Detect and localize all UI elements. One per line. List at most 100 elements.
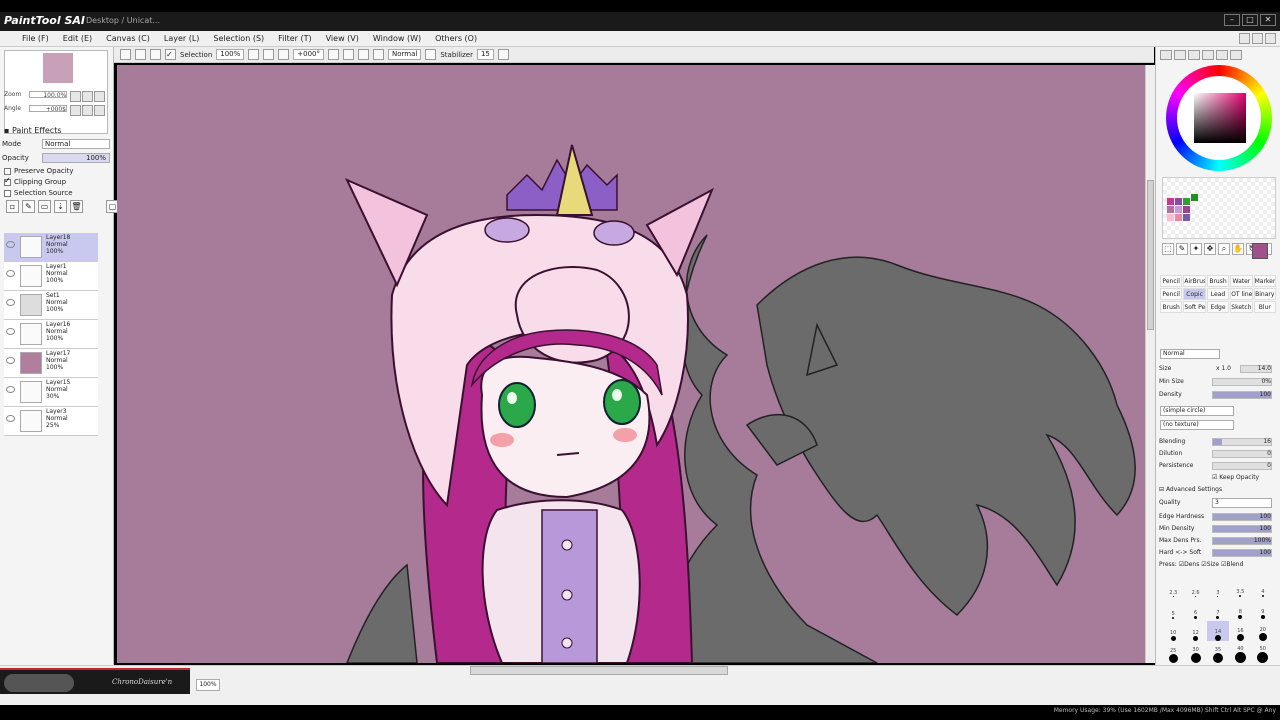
saturation-value-square[interactable] — [1194, 93, 1246, 143]
nav-zoom-fit-icon[interactable] — [94, 91, 105, 102]
preserve-opacity-checkbox[interactable]: Preserve Opacity — [4, 167, 74, 175]
nav-rotate-reset-icon[interactable] — [94, 105, 105, 116]
doc-minimize-icon[interactable] — [1239, 33, 1250, 44]
stabilizer-arrow-icon[interactable] — [497, 49, 509, 60]
zoom-slider[interactable]: 100.0% — [29, 91, 68, 99]
layer-item[interactable]: Layer1 Normal 100% — [4, 262, 98, 291]
press-blend-checkbox[interactable]: ☑Blend — [1221, 561, 1243, 568]
vertical-scroll-thumb[interactable] — [1147, 180, 1154, 330]
brush-size-preset[interactable]: 2.6 — [1184, 577, 1206, 597]
swatch[interactable] — [1167, 214, 1174, 221]
eye-icon[interactable] — [6, 357, 15, 364]
angle-slider[interactable]: +000$ — [29, 105, 67, 113]
brush-size-preset[interactable]: 12 — [1184, 621, 1206, 641]
preserve-opacity-box[interactable] — [4, 167, 11, 175]
press-size-checkbox[interactable]: ☑Size — [1201, 561, 1219, 568]
brush-size-preset[interactable]: 6 — [1184, 599, 1206, 619]
swatch-mode-icon[interactable] — [1202, 50, 1214, 60]
brush-size-preset[interactable]: 2.3 — [1162, 577, 1184, 597]
edge-hardness-slider[interactable]: 100 — [1212, 513, 1272, 521]
minimize-icon[interactable]: – — [1224, 14, 1240, 26]
brush-slot[interactable]: Blur — [1253, 301, 1276, 313]
brush-size-preset[interactable]: 25 — [1162, 643, 1184, 663]
eye-icon[interactable] — [6, 415, 15, 422]
brush-slot[interactable]: Brush — [1160, 301, 1183, 313]
menu-others[interactable]: Others (O) — [435, 34, 477, 43]
doc-close-icon[interactable] — [1265, 33, 1276, 44]
swatch[interactable] — [1175, 214, 1182, 221]
eye-icon[interactable] — [6, 270, 15, 277]
eye-icon[interactable] — [6, 299, 15, 306]
blending-slider[interactable]: 16 — [1212, 438, 1272, 446]
brush-slot[interactable]: Edge — [1206, 301, 1230, 313]
brush-size-preset[interactable]: 30 — [1184, 643, 1206, 663]
intermediate-color-icon[interactable] — [1230, 50, 1242, 60]
menu-layer[interactable]: Layer (L) — [164, 34, 200, 43]
layer-item[interactable]: Set1 Normal 100% — [4, 291, 98, 320]
brush-size-preset[interactable]: 10 — [1162, 621, 1184, 641]
menu-file[interactable]: File (F) — [8, 34, 49, 43]
hsv-slider-mode-icon[interactable] — [1188, 50, 1200, 60]
magic-wand-icon[interactable]: ✦ — [1190, 243, 1202, 255]
deselect-icon[interactable] — [135, 49, 146, 60]
clipping-group-box[interactable] — [4, 176, 11, 186]
eye-icon[interactable] — [6, 386, 15, 393]
brush-size-preset[interactable]: 16 — [1229, 621, 1251, 641]
stabilizer-dropdown[interactable]: 15 — [476, 49, 494, 60]
brush-size-preset[interactable]: 3.5 — [1229, 577, 1251, 597]
brush-slot[interactable]: Pencil — [1160, 288, 1183, 300]
clipping-group-checkbox[interactable]: Clipping Group — [4, 176, 66, 186]
density-slider[interactable]: 100 — [1212, 391, 1272, 399]
brush-slot[interactable]: AirBrush — [1183, 275, 1206, 287]
brush-size-preset[interactable]: 35 — [1207, 643, 1229, 663]
close-icon[interactable]: ✕ — [1260, 14, 1276, 26]
menu-canvas[interactable]: Canvas (C) — [106, 34, 150, 43]
new-folder-icon[interactable]: ▭ — [38, 200, 51, 213]
brush-size-preset[interactable]: 5 — [1162, 599, 1184, 619]
zoom-dropdown[interactable]: 100% — [216, 49, 245, 60]
doc-restore-icon[interactable] — [1252, 33, 1263, 44]
new-linework-layer-icon[interactable]: ✎ — [22, 200, 35, 213]
brush-slot-selected[interactable]: Copic — [1183, 288, 1206, 300]
select-all-icon[interactable] — [120, 49, 131, 60]
min-size-slider[interactable]: 0% — [1212, 378, 1272, 386]
brush-slot[interactable]: Pencil — [1160, 275, 1183, 287]
selection-source-checkbox[interactable]: Selection Source — [4, 189, 73, 197]
scratchpad-mode-icon[interactable] — [1216, 50, 1228, 60]
brush-size-preset[interactable]: 8 — [1229, 599, 1251, 619]
press-dens-checkbox[interactable]: ☑Dens — [1179, 561, 1200, 568]
selection-tool-icon[interactable]: ⬚ — [1162, 243, 1174, 255]
eye-icon[interactable] — [6, 328, 15, 335]
vertical-scrollbar[interactable] — [1145, 65, 1155, 663]
nav-rotate-right-icon[interactable] — [82, 105, 93, 116]
swatch[interactable] — [1183, 198, 1190, 205]
zoom-in-icon[interactable] — [263, 49, 275, 60]
brush-slot[interactable]: Brush — [1206, 275, 1230, 287]
mode-select[interactable]: Normal — [42, 139, 110, 149]
swatch[interactable] — [1167, 206, 1174, 213]
brush-slot[interactable]: Marker — [1253, 275, 1276, 287]
delete-layer-icon[interactable]: 🗑 — [70, 200, 83, 213]
brush-texture-select[interactable]: (no texture) — [1160, 420, 1234, 430]
nav-rotate-left-icon[interactable] — [70, 105, 81, 116]
paint-effects-title[interactable]: ▪ Paint Effects — [4, 126, 62, 135]
hand-tool-icon[interactable]: ✋ — [1232, 243, 1244, 255]
brush-size-preset[interactable]: 20 — [1252, 621, 1274, 641]
layer-item[interactable]: Layer18 Normal 100% — [4, 233, 98, 262]
move-tool-icon[interactable]: ✥ — [1204, 243, 1216, 255]
invert-selection-icon[interactable] — [150, 49, 161, 60]
flip-icon[interactable] — [373, 49, 385, 60]
opacity-slider[interactable]: 100% — [42, 153, 110, 163]
swatch[interactable] — [1183, 214, 1190, 221]
color-wheel-mode-icon[interactable] — [1160, 50, 1172, 60]
nav-zoom-out-icon[interactable] — [70, 91, 81, 102]
new-layer-icon[interactable]: ▫ — [6, 200, 19, 213]
menu-selection[interactable]: Selection (S) — [213, 34, 264, 43]
brush-slot[interactable]: Water — [1230, 275, 1253, 287]
nav-zoom-in-icon[interactable] — [82, 91, 93, 102]
menu-edit[interactable]: Edit (E) — [63, 34, 92, 43]
brush-size-preset[interactable]: 9 — [1252, 599, 1274, 619]
color-swatches[interactable] — [1162, 177, 1276, 239]
menu-window[interactable]: Window (W) — [373, 34, 421, 43]
view-mode-dropdown[interactable]: Normal — [388, 49, 422, 60]
